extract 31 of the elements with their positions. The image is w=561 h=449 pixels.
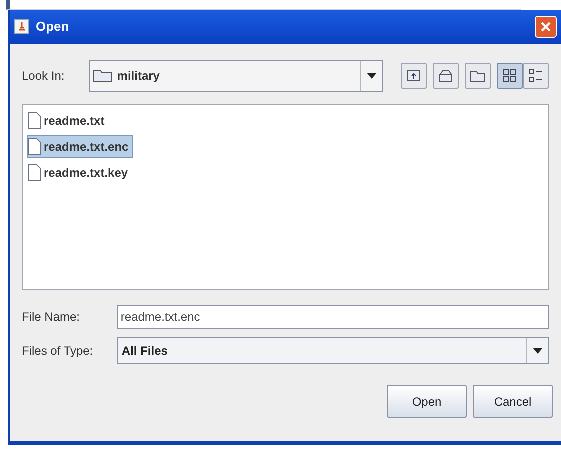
toolbar-button[interactable] (433, 63, 459, 89)
toolbar-button[interactable] (497, 63, 523, 89)
look-in-label: Look In: (22, 68, 66, 85)
file-type-dropdown[interactable]: All Files (116, 337, 549, 364)
look-in-dropdown[interactable]: military (89, 60, 383, 92)
dropdown-arrow-icon (532, 348, 542, 354)
file-item[interactable]: readme.txt.enc (27, 135, 133, 158)
up-folder-icon (406, 68, 422, 84)
folder-name: military (117, 68, 160, 85)
file-icon (28, 164, 42, 182)
file-icon (28, 138, 42, 156)
details-view-icon (528, 68, 544, 84)
close-button[interactable] (535, 16, 557, 38)
toolbar-button[interactable] (523, 63, 549, 89)
file-name-label: File Name: (22, 309, 82, 326)
dialog-button[interactable]: Cancel (473, 385, 553, 418)
dropdown-arrow-icon (366, 73, 376, 79)
file-type-value: All Files (122, 342, 168, 360)
toolbar-button[interactable] (401, 63, 427, 89)
dialog-button[interactable]: Open (387, 385, 467, 418)
list-view-icon (502, 68, 518, 84)
file-icon (28, 112, 42, 130)
file-item[interactable]: readme.txt.key (27, 161, 132, 184)
file-item[interactable]: readme.txt (27, 109, 109, 132)
toolbar-button[interactable] (465, 63, 491, 89)
file-type-label: Files of Type: (22, 342, 94, 360)
close-icon (540, 21, 552, 33)
app-icon (14, 19, 30, 35)
window-title: Open (36, 18, 70, 36)
file-name-field[interactable]: readme.txt.enc (116, 305, 549, 329)
folder-icon (93, 69, 114, 83)
